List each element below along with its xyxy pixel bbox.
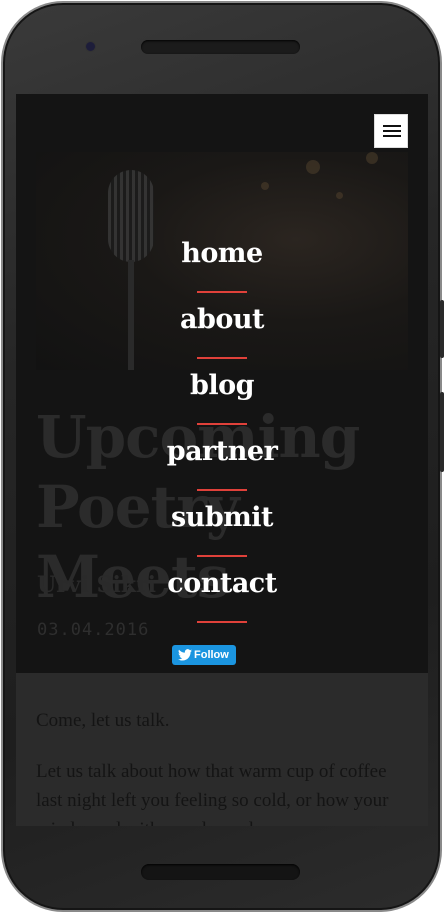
hamburger-icon [383, 125, 401, 127]
menu-divider [197, 423, 247, 425]
post-paragraph: Let us talk about how that warm cup of c… [36, 761, 389, 826]
menu-item-home: home [16, 234, 428, 300]
menu-link-submit[interactable]: submit [171, 502, 274, 533]
menu-item-partner: partner [16, 432, 428, 498]
menu-divider [197, 489, 247, 491]
menu-item-blog: blog [16, 366, 428, 432]
overlay-menu: home about blog partner submit contact [16, 234, 428, 630]
menu-link-contact[interactable]: contact [167, 568, 277, 599]
bottom-speaker [141, 864, 300, 880]
menu-item-contact: contact [16, 564, 428, 630]
menu-item-submit: submit [16, 498, 428, 564]
front-camera [86, 42, 95, 51]
volume-button [440, 392, 444, 472]
twitter-follow-button[interactable]: Follow [172, 645, 236, 665]
post-body: Come, let us talk. Let us talk about how… [36, 706, 408, 826]
power-button [440, 300, 444, 358]
menu-divider [197, 621, 247, 623]
menu-toggle-button[interactable] [374, 114, 408, 148]
twitter-bird-icon [178, 649, 192, 661]
follow-label: Follow [194, 649, 229, 661]
menu-link-partner[interactable]: partner [167, 436, 278, 467]
menu-link-blog[interactable]: blog [190, 370, 255, 401]
post-paragraph: Come, let us talk. [36, 710, 170, 731]
post-hero: Upcoming Poetry Meets Urvi Sikri 03.04.2… [16, 94, 428, 673]
menu-link-about[interactable]: about [180, 304, 264, 335]
menu-link-home[interactable]: home [181, 238, 263, 269]
hamburger-icon-line [383, 130, 401, 132]
screen: Upcoming Poetry Meets Urvi Sikri 03.04.2… [16, 94, 428, 826]
menu-divider [197, 555, 247, 557]
menu-divider [197, 291, 247, 293]
menu-divider [197, 357, 247, 359]
hamburger-icon-line [383, 135, 401, 137]
earpiece-speaker [141, 40, 300, 54]
menu-item-about: about [16, 300, 428, 366]
